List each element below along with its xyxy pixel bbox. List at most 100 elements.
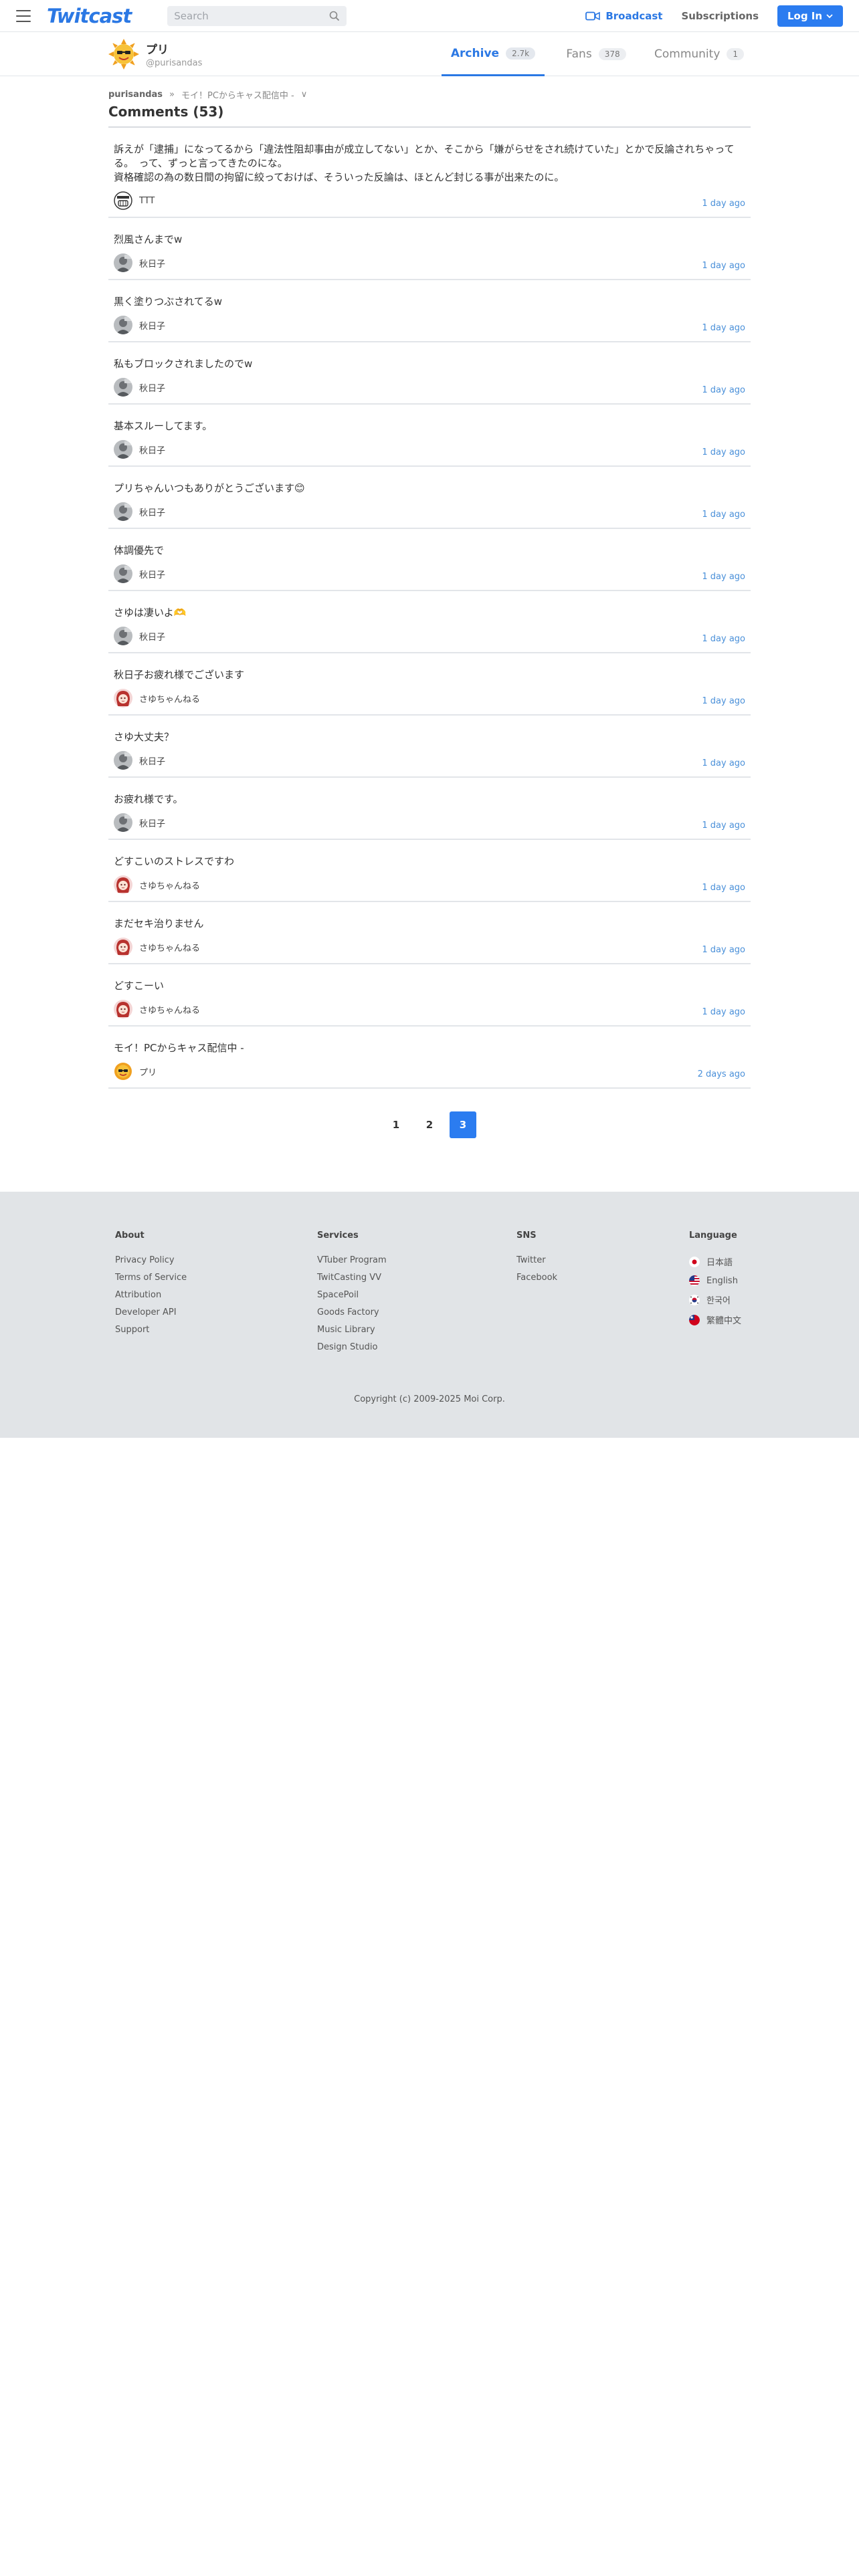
comment-item: まだセキ治りません さゆちゃんねる 1 day ago [108,902,751,964]
footer-link-music-library[interactable]: Music Library [317,1325,516,1335]
footer-link-attribution[interactable]: Attribution [115,1290,317,1300]
profile-name[interactable]: プリ [146,40,202,57]
user-avatar[interactable] [114,440,132,459]
user-avatar[interactable] [114,689,132,708]
comment-timestamp[interactable]: 1 day ago [702,510,745,520]
page-3-current[interactable]: 3 [450,1111,476,1138]
user-avatar[interactable] [114,1062,132,1081]
footer-link-facebook[interactable]: Facebook [516,1273,689,1283]
comment-author-name[interactable]: さゆちゃんねる [139,1003,200,1016]
comment-author-name[interactable]: 秋日子 [139,506,165,518]
comment-author: さゆちゃんねる [114,1000,745,1018]
language-english[interactable]: English [689,1275,741,1286]
comment-author-name[interactable]: プリ [139,1065,157,1078]
tab-archive-label: Archive [450,46,500,60]
comment-author-name[interactable]: さゆちゃんねる [139,941,200,954]
subscriptions-link[interactable]: Subscriptions [681,10,759,22]
profile-bar: プリ @purisandas Archive 2.7k Fans 378 Com… [0,32,859,76]
user-avatar[interactable] [114,378,132,397]
footer-language: Language 日本語 English 한국어 繁體中文 [689,1230,741,1360]
comment-author-name[interactable]: さゆちゃんねる [139,692,200,705]
comment-author-name[interactable]: 秋日子 [139,630,165,643]
comment-text: 秋日子お疲れ様でございます [114,669,245,681]
tab-fans-label: Fans [566,47,592,61]
comment-author-name[interactable]: 秋日子 [139,381,165,394]
tab-fans[interactable]: Fans 378 [545,32,648,76]
breadcrumb-chevron-icon[interactable]: ∨ [301,90,308,100]
tab-community[interactable]: Community 1 [648,32,751,76]
page-1[interactable]: 1 [383,1111,409,1138]
comment-timestamp[interactable]: 1 day ago [702,1007,745,1017]
comment-author-name[interactable]: 秋日子 [139,817,165,829]
comment-author-name[interactable]: 秋日子 [139,257,165,270]
language-korean[interactable]: 한국어 [689,1293,741,1306]
comment-item: 私もブロックされましたのでw 秋日子 1 day ago [108,342,751,405]
comment-text: 基本スルーしてます。 [114,420,213,432]
user-avatar[interactable] [114,253,132,272]
comment-timestamp[interactable]: 1 day ago [702,261,745,271]
user-avatar[interactable] [114,564,132,583]
comment-timestamp[interactable]: 1 day ago [702,572,745,582]
footer-link-twitter[interactable]: Twitter [516,1255,689,1265]
user-avatar[interactable] [114,1000,132,1018]
comment-timestamp[interactable]: 1 day ago [702,199,745,209]
us-flag-icon [689,1275,700,1286]
user-avatar[interactable] [114,938,132,956]
comment-timestamp[interactable]: 2 days ago [698,1069,745,1079]
footer-link-developer-api[interactable]: Developer API [115,1307,317,1317]
comment-author-name[interactable]: 秋日子 [139,443,165,456]
search-input[interactable] [174,9,330,22]
search-icon[interactable] [329,11,340,21]
footer-link-support[interactable]: Support [115,1325,317,1335]
comment-timestamp[interactable]: 1 day ago [702,696,745,706]
comment-author-name[interactable]: 秋日子 [139,754,165,767]
tab-archive[interactable]: Archive 2.7k [442,32,545,76]
comment-timestamp[interactable]: 1 day ago [702,821,745,831]
footer-link-vtuber[interactable]: VTuber Program [317,1255,516,1265]
comment-timestamp[interactable]: 1 day ago [702,385,745,395]
language-japanese[interactable]: 日本語 [689,1255,741,1268]
comment-author-name[interactable]: さゆちゃんねる [139,879,200,891]
comment-timestamp[interactable]: 1 day ago [702,945,745,955]
comment-timestamp[interactable]: 1 day ago [702,447,745,457]
comment-item: 黒く塗りつぶされてるw 秋日子 1 day ago [108,280,751,342]
search-box[interactable] [167,5,347,26]
user-avatar[interactable] [114,316,132,334]
comment-item: さゆ大丈夫？ 秋日子 1 day ago [108,716,751,778]
comment-timestamp[interactable]: 1 day ago [702,634,745,644]
comment-author-name[interactable]: 秋日子 [139,319,165,332]
user-avatar[interactable] [114,751,132,770]
footer-link-privacy[interactable]: Privacy Policy [115,1255,317,1265]
comment-author-name[interactable]: TTT [139,196,155,206]
comment-author: 秋日子 [114,627,745,645]
user-avatar[interactable] [114,813,132,832]
user-avatar[interactable] [114,502,132,521]
broadcast-button[interactable]: Broadcast [585,10,662,22]
comment-text: さゆ大丈夫？ [114,731,175,743]
footer-link-spacepoil[interactable]: SpacePoil [317,1290,516,1300]
twitcast-logo[interactable]: Twitcast [47,5,132,27]
user-avatar[interactable] [114,875,132,894]
comment-timestamp[interactable]: 1 day ago [702,758,745,768]
breadcrumb-movie[interactable]: モイ！PCからキャス配信中 - [181,88,294,101]
footer-link-design-studio[interactable]: Design Studio [317,1342,516,1352]
comment-timestamp[interactable]: 1 day ago [702,323,745,333]
comment-text: プリちゃんいつもありがとうございます😊 [114,482,305,494]
comment-timestamp[interactable]: 1 day ago [702,883,745,893]
language-traditional-chinese[interactable]: 繁體中文 [689,1313,741,1326]
profile-avatar[interactable] [108,39,139,70]
footer-link-terms[interactable]: Terms of Service [115,1273,317,1283]
comment-author: 秋日子 [114,813,745,832]
user-avatar[interactable] [114,627,132,645]
comment-text: さゆは凄いよ🫶 [114,607,187,619]
footer-link-goods-factory[interactable]: Goods Factory [317,1307,516,1317]
menu-icon[interactable] [16,9,31,22]
comment-author: 秋日子 [114,253,745,272]
breadcrumb-user[interactable]: purisandas [108,90,163,100]
footer-link-twitcasting-vv[interactable]: TwitCasting VV [317,1273,516,1283]
page-2[interactable]: 2 [416,1111,443,1138]
user-avatar[interactable] [114,191,132,210]
top-right-actions: Broadcast Subscriptions Log In [585,5,843,27]
comment-author-name[interactable]: 秋日子 [139,568,165,580]
login-button[interactable]: Log In [777,5,843,27]
